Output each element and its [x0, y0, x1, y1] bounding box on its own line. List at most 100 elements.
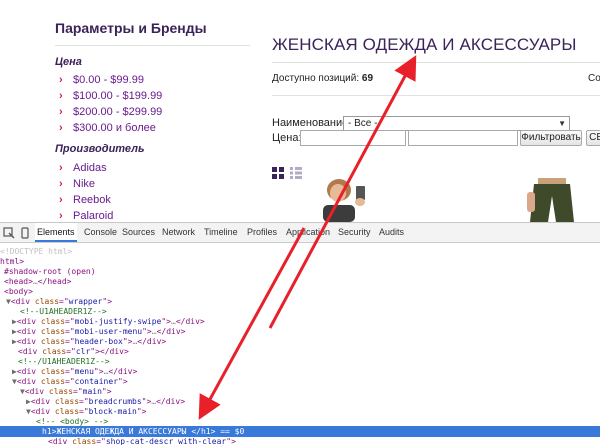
- dom-token-tag: </div>: [156, 397, 186, 406]
- dom-token-attr: class: [42, 347, 67, 356]
- dom-token-tag: =": [65, 327, 75, 336]
- dom-token-tag: =": [65, 367, 75, 376]
- dom-token-val: main: [82, 387, 102, 396]
- price-to-input[interactable]: [408, 130, 518, 146]
- dom-token-tag: =": [73, 387, 83, 396]
- dom-token-tag: =": [96, 437, 106, 445]
- dom-token-tag: ">: [141, 397, 152, 406]
- price-heading: Цена: [55, 56, 82, 68]
- dom-token-tag: </div>: [137, 337, 167, 346]
- reset-button[interactable]: СБ: [586, 130, 600, 146]
- dom-token-tag: <div: [18, 347, 43, 356]
- dom-token-tag: ">: [226, 437, 236, 445]
- price-filter-label: $100.00 - $199.99: [73, 90, 163, 102]
- dom-token-tag: <div: [16, 337, 41, 346]
- price-filter-item[interactable]: › $100.00 - $199.99: [59, 89, 162, 103]
- sidebar-title: Параметры и Бренды: [55, 20, 207, 36]
- dom-token-tag: </div>: [175, 317, 205, 326]
- available-count-text: Доступно позиций: 69: [272, 73, 373, 84]
- devtools-tab-elements[interactable]: Elements: [35, 223, 77, 242]
- dom-token-tag: ">: [161, 317, 171, 326]
- dom-token-tag: <head>: [4, 277, 33, 286]
- dom-token-val: clr: [75, 347, 91, 356]
- name-filter-select[interactable]: - Все - ▼: [343, 116, 570, 131]
- product-image-woman[interactable]: [319, 178, 371, 222]
- dom-token-val: block-main: [88, 407, 137, 416]
- devtools-tab-sources[interactable]: Sources: [120, 223, 157, 242]
- dropdown-arrow-icon: ▼: [558, 119, 566, 128]
- name-filter-label: Наименование:: [272, 117, 352, 129]
- dom-token-tag: <div: [24, 387, 49, 396]
- dom-token-val: wrapper: [68, 297, 103, 306]
- devtools-tab-audits[interactable]: Audits: [377, 223, 406, 242]
- title-divider: [272, 62, 600, 63]
- dom-token-attr: class: [40, 337, 66, 346]
- inspect-element-icon[interactable]: [3, 227, 15, 239]
- dom-token-text: == $0: [215, 427, 245, 436]
- brand-filter-label: Palaroid: [73, 210, 114, 222]
- dom-token-val: mobi-user-menu: [74, 327, 143, 336]
- dom-node-line[interactable]: <div class="shop-cat-descr with-clear">: [0, 436, 600, 445]
- devtools-tab-profiles[interactable]: Profiles: [245, 223, 279, 242]
- chevron-right-icon: ›: [59, 178, 63, 190]
- dom-token-tag: #shadow-root (open): [4, 267, 96, 276]
- price-filter-item[interactable]: › $300.00 и более: [59, 121, 156, 135]
- dom-token-tag: </h1>: [191, 427, 216, 436]
- dom-token-attr: class: [40, 377, 66, 386]
- dom-token-tag: <div: [16, 367, 41, 376]
- dom-token-text: ЖЕНСКАЯ ОДЕЖДА И АКСЕССУАРЫ: [56, 427, 192, 436]
- filter-button[interactable]: Фильтровать: [520, 130, 582, 146]
- devtools-tab-console[interactable]: Console: [82, 223, 119, 242]
- dom-token-tag: h1>: [42, 427, 57, 436]
- price-from-input[interactable]: [300, 130, 406, 146]
- brand-filter-item[interactable]: › Reebok: [59, 193, 111, 207]
- devtools-tab-security[interactable]: Security: [336, 223, 373, 242]
- dom-token-tag: </head>: [37, 277, 72, 286]
- chevron-right-icon: ›: [59, 122, 63, 134]
- product-image-pants[interactable]: [524, 178, 584, 222]
- grid-view-icon[interactable]: [272, 167, 284, 179]
- dom-token-attr: class: [54, 407, 80, 416]
- dom-token-val: menu: [74, 367, 94, 376]
- dom-token-tag: ">: [142, 327, 152, 336]
- dom-token-tag: ">: [93, 367, 104, 376]
- dom-token-attr: class: [40, 367, 66, 376]
- devtools-tab-application[interactable]: Application: [284, 223, 332, 242]
- price-filter-label: $200.00 - $299.99: [73, 106, 163, 118]
- brand-filter-item[interactable]: › Adidas: [59, 161, 107, 175]
- dom-token-tag: =": [65, 317, 75, 326]
- dom-token-doctype: <!DOCTYPE html>: [0, 247, 73, 256]
- brand-filter-item[interactable]: › Nike: [59, 177, 95, 191]
- price-filter-item[interactable]: › $200.00 - $299.99: [59, 105, 162, 119]
- toolbar-divider: [272, 95, 600, 96]
- dom-token-comment: <!--/U1AHEADER1Z-->: [18, 357, 110, 366]
- dom-token-tag: <body>: [4, 287, 33, 296]
- dom-token-tag: html>: [0, 257, 25, 266]
- dom-token-tag: "></div>: [90, 347, 129, 356]
- chevron-right-icon: ›: [59, 210, 63, 222]
- device-toolbar-icon[interactable]: [19, 227, 31, 239]
- dom-token-attr: class: [40, 327, 66, 336]
- price-filter-label: Цена:: [272, 132, 302, 144]
- price-filter-label: $0.00 - $99.99: [73, 74, 144, 86]
- dom-token-tag: =": [66, 347, 76, 356]
- dom-token-tag: =": [59, 297, 69, 306]
- name-filter-value: - Все -: [348, 118, 378, 129]
- dom-token-tag: <div: [16, 327, 41, 336]
- dom-token-tag: ">: [102, 297, 113, 306]
- chevron-right-icon: ›: [59, 90, 63, 102]
- dom-token-val: mobi-justify-swipe: [74, 317, 162, 326]
- brands-heading: Производитель: [55, 143, 145, 155]
- dom-token-tag: </div>: [108, 367, 138, 376]
- list-view-icon[interactable]: [290, 167, 302, 179]
- brand-filter-item[interactable]: › Palaroid: [59, 209, 113, 222]
- devtools-tab-timeline[interactable]: Timeline: [202, 223, 240, 242]
- price-filter-item[interactable]: › $0.00 - $99.99: [59, 73, 144, 87]
- sort-label[interactable]: Со: [588, 73, 600, 84]
- web-page-viewport: Параметры и Бренды Цена › $0.00 - $99.99 …: [0, 0, 600, 222]
- devtools-tab-network[interactable]: Network: [160, 223, 197, 242]
- dom-token-attr: class: [48, 387, 74, 396]
- elements-dom-tree[interactable]: <!DOCTYPE html> html> #shadow-root (open) <…: [0, 243, 600, 445]
- page-title: ЖЕНСКАЯ ОДЕЖДА И АКСЕССУАРЫ: [272, 35, 577, 54]
- devtools-toolbar: Elements Console Sources Network Timeline Pro…: [0, 223, 600, 243]
